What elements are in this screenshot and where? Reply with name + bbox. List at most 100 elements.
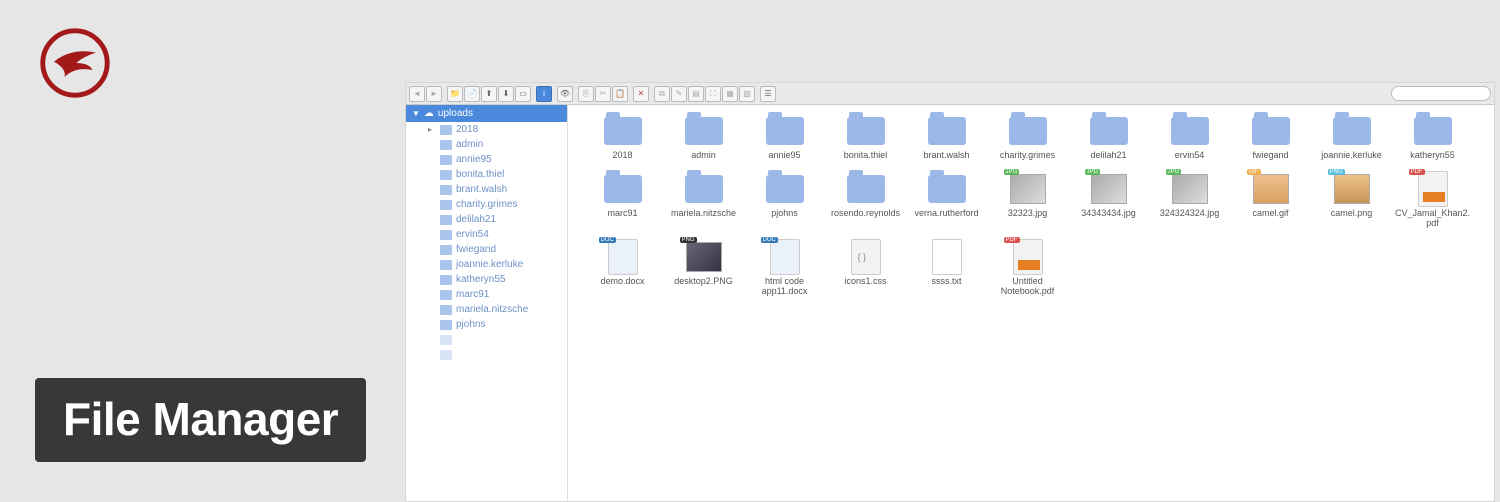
tree-item[interactable]: brant.walsh [406, 182, 567, 197]
folder-item[interactable]: pjohns [744, 169, 825, 235]
tree-item[interactable]: ervin54 [406, 227, 567, 242]
forward-button[interactable]: ► [426, 86, 442, 102]
item-label: mariela.nitzsche [671, 209, 736, 219]
new-file-button[interactable]: 📄 [464, 86, 480, 102]
folder-item[interactable]: annie95 [744, 111, 825, 167]
preview-button[interactable]: 👁 [557, 86, 573, 102]
docx-icon [608, 239, 638, 275]
file-item[interactable]: ssss.txt [906, 237, 987, 303]
tree-item[interactable]: marc91 [406, 287, 567, 302]
delete-button[interactable]: ✕ [633, 86, 649, 102]
folder-item[interactable]: marc91 [582, 169, 663, 235]
folder-icon [604, 175, 642, 203]
duplicate-button[interactable]: ⧉ [654, 86, 670, 102]
tree-label [456, 334, 459, 345]
item-label: pjohns [771, 209, 798, 219]
tree-label: fwiegand [456, 244, 496, 255]
file-item[interactable]: JPG 34343434.jpg [1068, 169, 1149, 235]
item-label: admin [691, 151, 716, 161]
folder-item[interactable]: brant.walsh [906, 111, 987, 167]
file-item[interactable]: PDF Untitled Notebook.pdf [987, 237, 1068, 303]
info-button[interactable]: i [536, 86, 552, 102]
image-thumb [1172, 174, 1208, 204]
folder-item[interactable]: admin [663, 111, 744, 167]
item-label: joannie.kerluke [1321, 151, 1382, 161]
edit-button[interactable]: ▤ [688, 86, 704, 102]
folder-item[interactable]: 2018 [582, 111, 663, 167]
folder-item[interactable]: fwiegand [1230, 111, 1311, 167]
folder-item[interactable]: charity.grimes [987, 111, 1068, 167]
tree-item[interactable]: fwiegand [406, 242, 567, 257]
rename-button[interactable]: ✎ [671, 86, 687, 102]
file-item[interactable]: PDF CV_Jamal_Khan2.pdf [1392, 169, 1473, 235]
folder-icon [440, 185, 452, 195]
item-label: 2018 [612, 151, 632, 161]
folder-item[interactable]: verna.rutherford [906, 169, 987, 235]
item-label: brant.walsh [923, 151, 969, 161]
tree-item[interactable]: annie95 [406, 152, 567, 167]
folder-icon [440, 230, 452, 240]
cut-button[interactable]: ✂ [595, 86, 611, 102]
item-label: CV_Jamal_Khan2.pdf [1394, 209, 1472, 229]
resize-button[interactable]: ⛶ [705, 86, 721, 102]
pdf-icon [1013, 239, 1043, 275]
folder-item[interactable]: delilah21 [1068, 111, 1149, 167]
folder-icon [440, 200, 452, 210]
caret-down-icon: ▼ [412, 109, 420, 118]
file-manager-window: ◄ ► 📁 📄 ⬆ ⬇ ▭ i 👁 ⎘ ✂ 📋 ✕ ⧉ ✎ ▤ ⛶ [405, 82, 1495, 502]
archive-button[interactable]: ▦ [722, 86, 738, 102]
tree-item[interactable]: charity.grimes [406, 197, 567, 212]
tree-label: admin [456, 139, 483, 150]
tree-item[interactable]: katheryn55 [406, 272, 567, 287]
docx-badge-icon: DOC [599, 237, 616, 243]
tree-label: joannie.kerluke [456, 259, 523, 270]
png-badge-icon: PNG [1328, 169, 1345, 175]
view-button[interactable]: ☰ [760, 86, 776, 102]
copy-button[interactable]: ⎘ [578, 86, 594, 102]
file-item[interactable]: DOC html code app11.docx [744, 237, 825, 303]
pdf-badge-icon: PDF [1004, 237, 1020, 243]
file-item[interactable]: JPG 324324324.jpg [1149, 169, 1230, 235]
tree-item[interactable]: joannie.kerluke [406, 257, 567, 272]
file-item[interactable]: icons1.css [825, 237, 906, 303]
tree-item[interactable]: delilah21 [406, 212, 567, 227]
folder-icon [766, 117, 804, 145]
file-item[interactable]: PNG desktop2.PNG [663, 237, 744, 303]
folder-item[interactable]: ervin54 [1149, 111, 1230, 167]
upload-button[interactable]: ⬆ [481, 86, 497, 102]
tree-root-label: uploads [438, 108, 473, 119]
tree-item[interactable]: bonita.thiel [406, 167, 567, 182]
search-input[interactable] [1391, 86, 1491, 101]
item-label: annie95 [768, 151, 800, 161]
paste-button[interactable]: 📋 [612, 86, 628, 102]
folder-item[interactable]: bonita.thiel [825, 111, 906, 167]
tree-item[interactable]: pjohns [406, 317, 567, 332]
back-button[interactable]: ◄ [409, 86, 425, 102]
folder-item[interactable]: rosendo.reynolds [825, 169, 906, 235]
folder-item[interactable]: katheryn55 [1392, 111, 1473, 167]
tree-label: annie95 [456, 154, 492, 165]
tree-item[interactable]: admin [406, 137, 567, 152]
tree-root-uploads[interactable]: ▼ ☁ uploads [406, 105, 567, 122]
tree-label: 2018 [456, 124, 478, 135]
extract-button[interactable]: ▧ [739, 86, 755, 102]
new-folder-button[interactable]: 📁 [447, 86, 463, 102]
tree-item[interactable] [406, 332, 567, 347]
file-item[interactable]: JPG 32323.jpg [987, 169, 1068, 235]
item-label: 34343434.jpg [1081, 209, 1136, 219]
folder-icon [440, 320, 452, 330]
file-item[interactable]: GIF camel.gif [1230, 169, 1311, 235]
folder-item[interactable]: mariela.nitzsche [663, 169, 744, 235]
folder-item[interactable]: joannie.kerluke [1311, 111, 1392, 167]
tree-item[interactable] [406, 347, 567, 362]
eagle-logo-icon [40, 28, 110, 98]
image-thumb [1091, 174, 1127, 204]
item-label: ervin54 [1175, 151, 1205, 161]
tree-item-2018[interactable]: ▸ 2018 [406, 122, 567, 137]
item-label: verna.rutherford [914, 209, 978, 219]
open-button[interactable]: ▭ [515, 86, 531, 102]
file-item[interactable]: DOC demo.docx [582, 237, 663, 303]
tree-item[interactable]: mariela.nitzsche [406, 302, 567, 317]
download-button[interactable]: ⬇ [498, 86, 514, 102]
file-item[interactable]: PNG camel.png [1311, 169, 1392, 235]
